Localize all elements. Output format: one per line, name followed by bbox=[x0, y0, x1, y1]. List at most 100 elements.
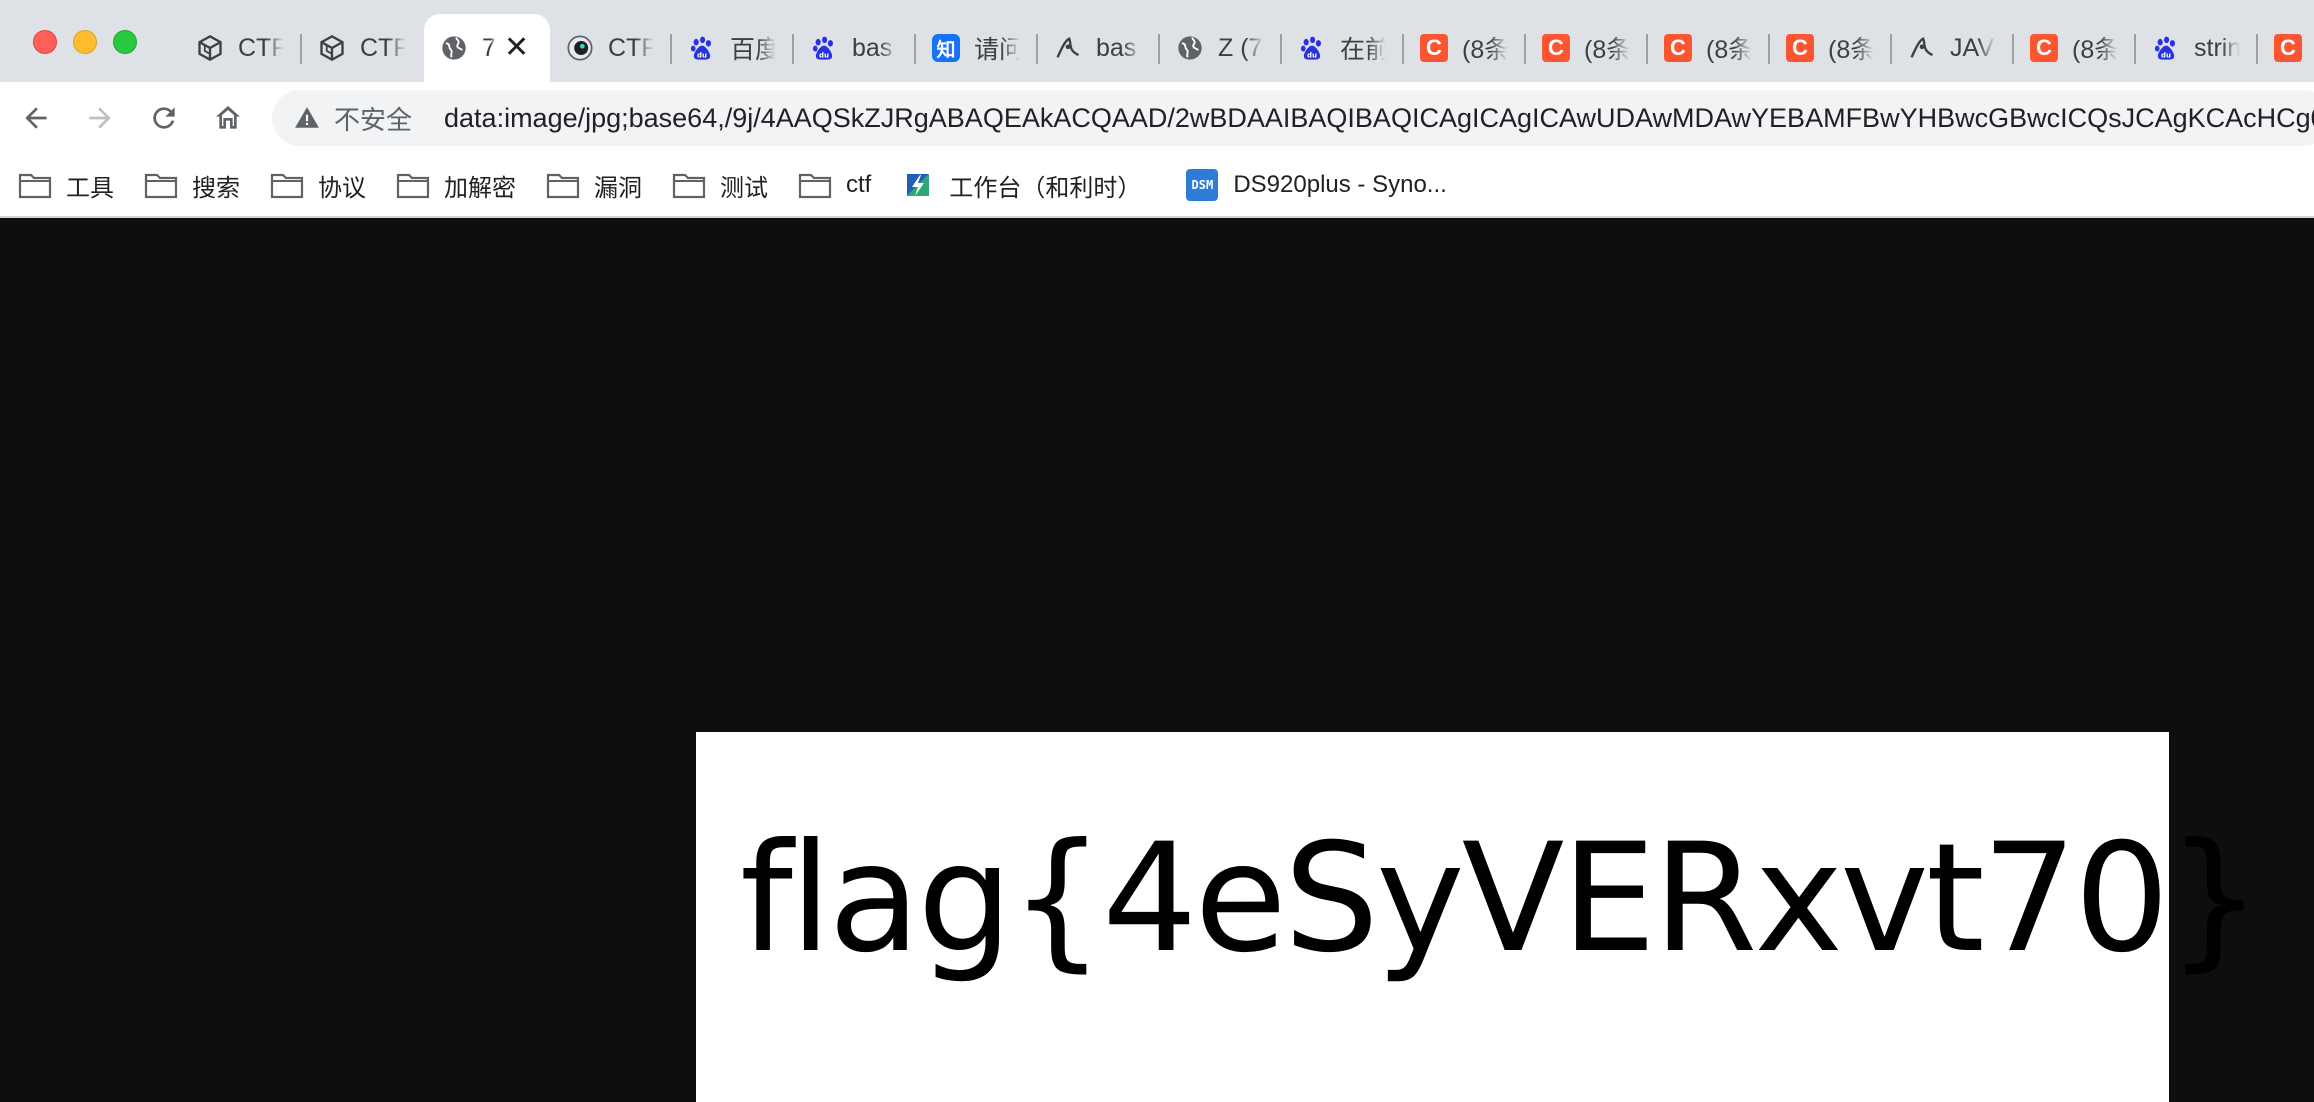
folder-icon bbox=[144, 171, 178, 199]
home-icon bbox=[216, 106, 240, 129]
home-button[interactable] bbox=[208, 98, 248, 138]
bookmark-item[interactable]: 漏洞 bbox=[546, 168, 642, 203]
bookmark-item[interactable]: DSM DS920plus - Syno... bbox=[1185, 169, 1447, 201]
bookmark-label: 加解密 bbox=[444, 174, 516, 202]
pen-icon bbox=[1908, 34, 1936, 62]
tab-6[interactable]: 知请问 bbox=[916, 14, 1038, 82]
tab-title: 百度 bbox=[730, 36, 776, 64]
baidu-paw-icon: du bbox=[810, 34, 838, 62]
reload-button[interactable] bbox=[144, 98, 184, 138]
tab-title: 7 bbox=[482, 33, 496, 62]
tab-title: CTF bbox=[360, 33, 406, 62]
window-close-button[interactable] bbox=[33, 30, 57, 54]
tab-title: CTF bbox=[608, 33, 654, 62]
bookmark-item[interactable]: 工具 bbox=[18, 168, 114, 203]
svg-text:du: du bbox=[2161, 51, 2171, 59]
tab-title: (8条 bbox=[1584, 36, 1630, 64]
toolbar: 不安全 data:image/jpg;base64,/9j/4AAQSkZJRg… bbox=[0, 82, 2314, 154]
folder-icon bbox=[798, 171, 832, 199]
tab-close-icon[interactable]: ✕ bbox=[504, 33, 529, 63]
tab-1[interactable]: CTF bbox=[302, 14, 424, 82]
tab-list: CTF CTF 7 ✕ CTF du 百度 du bas 知请问 bas Z (7 du 在前 C (8条 C(… bbox=[180, 14, 2314, 82]
bookmark-item[interactable]: 加解密 bbox=[396, 168, 516, 203]
tab-title: bas bbox=[1096, 33, 1137, 62]
tab-12[interactable]: C (8条 bbox=[1648, 14, 1770, 82]
globe-icon bbox=[440, 34, 468, 62]
tab-16[interactable]: du strin bbox=[2136, 14, 2258, 82]
tab-14[interactable]: JAV bbox=[1892, 14, 2014, 82]
tab-0[interactable]: CTF bbox=[180, 14, 302, 82]
flag-image: flag{4eSyVERxvt70} bbox=[696, 732, 2262, 1102]
bookmark-label: 搜索 bbox=[192, 174, 240, 202]
tab-11[interactable]: C (8条 bbox=[1526, 14, 1648, 82]
svg-text:du: du bbox=[697, 51, 707, 59]
csdn-icon: C bbox=[1542, 34, 1570, 62]
bookmark-label: 漏洞 bbox=[594, 174, 642, 202]
tab-5[interactable]: du bas bbox=[794, 14, 916, 82]
folder-icon bbox=[396, 171, 430, 199]
svg-text:du: du bbox=[819, 51, 829, 59]
csdn-icon: C bbox=[1664, 34, 1692, 62]
bookmark-label: ctf bbox=[846, 171, 872, 198]
bookmark-label: 测试 bbox=[720, 174, 768, 202]
dsm-logo: DSM bbox=[1186, 169, 1219, 201]
dsm-icon: DSM bbox=[1185, 169, 1219, 201]
csdn-icon: C bbox=[1420, 34, 1448, 62]
tab-title: 在前 bbox=[1340, 36, 1386, 64]
bolt-icon bbox=[901, 171, 935, 199]
tab-title: strin bbox=[2194, 33, 2240, 62]
page-content: flag{4eSyVERxvt70} bbox=[0, 218, 2314, 1102]
back-arrow-icon bbox=[25, 107, 47, 129]
warning-icon[interactable] bbox=[294, 103, 320, 133]
tab-7[interactable]: bas bbox=[1038, 14, 1160, 82]
tab-title: (8条 bbox=[2072, 36, 2118, 64]
tab-13[interactable]: C (8条 bbox=[1770, 14, 1892, 82]
tab-strip: CTF CTF 7 ✕ CTF du 百度 du bas 知请问 bas Z (7 du 在前 C (8条 C(… bbox=[0, 0, 2314, 82]
folder-icon bbox=[18, 171, 52, 199]
tab-15[interactable]: C (8条 bbox=[2014, 14, 2136, 82]
globe-icon bbox=[1176, 34, 1204, 62]
bookmark-item[interactable]: 协议 bbox=[270, 168, 366, 203]
back-button[interactable] bbox=[16, 98, 56, 138]
window-minimize-button[interactable] bbox=[73, 30, 97, 54]
tab-4[interactable]: du 百度 bbox=[672, 14, 794, 82]
tab-title: CTF bbox=[238, 33, 284, 62]
baidu-paw-icon: du bbox=[2152, 34, 2180, 62]
forward-button[interactable] bbox=[80, 98, 120, 138]
csdn-icon: C bbox=[1786, 34, 1814, 62]
csdn-icon: C bbox=[2030, 34, 2058, 62]
tab-8[interactable]: Z (7 bbox=[1160, 14, 1282, 82]
cube-icon bbox=[318, 34, 346, 62]
address-bar[interactable]: 不安全 data:image/jpg;base64,/9j/4AAQSkZJRg… bbox=[272, 90, 2314, 146]
security-label[interactable]: 不安全 bbox=[334, 100, 412, 137]
folder-icon bbox=[546, 171, 580, 199]
url-text[interactable]: data:image/jpg;base64,/9j/4AAQSkZJRgABAQ… bbox=[444, 103, 2314, 134]
forward-arrow-icon bbox=[89, 107, 111, 129]
pen-icon bbox=[1054, 34, 1082, 62]
tab-2[interactable]: 7 ✕ bbox=[424, 14, 550, 82]
bookmark-item[interactable]: 测试 bbox=[672, 168, 768, 203]
bookmark-item[interactable]: 搜索 bbox=[144, 168, 240, 203]
tab-title: Z (7 bbox=[1218, 33, 1263, 62]
tab-title: (8条 bbox=[1828, 36, 1874, 64]
baidu-paw-icon: du bbox=[688, 34, 716, 62]
bookmark-label: 工作台（和利时） bbox=[949, 174, 1142, 202]
tab-10[interactable]: C (8条 bbox=[1404, 14, 1526, 82]
bookmark-label: 协议 bbox=[318, 174, 366, 202]
tab-title: bas bbox=[852, 33, 893, 62]
csdn-icon: C bbox=[2274, 34, 2302, 62]
bookmark-item[interactable]: ctf bbox=[798, 171, 871, 199]
flag-text: flag{4eSyVERxvt70} bbox=[740, 812, 2262, 986]
tab-3[interactable]: CTF bbox=[550, 14, 672, 82]
bookmark-label: 工具 bbox=[66, 174, 114, 202]
baidu-paw-icon: du bbox=[1298, 34, 1326, 62]
tab-17[interactable]: C bbox=[2258, 14, 2314, 82]
tab-title: (8条 bbox=[1462, 36, 1508, 64]
tab-title: (8条 bbox=[1706, 36, 1752, 64]
window-zoom-button[interactable] bbox=[113, 30, 137, 54]
folder-icon bbox=[672, 171, 706, 199]
tab-9[interactable]: du 在前 bbox=[1282, 14, 1404, 82]
bookmark-item[interactable]: 工作台（和利时） bbox=[901, 168, 1141, 203]
bookmarks-bar: 工具 搜索 协议 加解密 漏洞 测试 ctf 工作台（和利时） DSM DS920plus - S… bbox=[0, 154, 2314, 218]
tab-title: JAV bbox=[1950, 33, 1994, 62]
